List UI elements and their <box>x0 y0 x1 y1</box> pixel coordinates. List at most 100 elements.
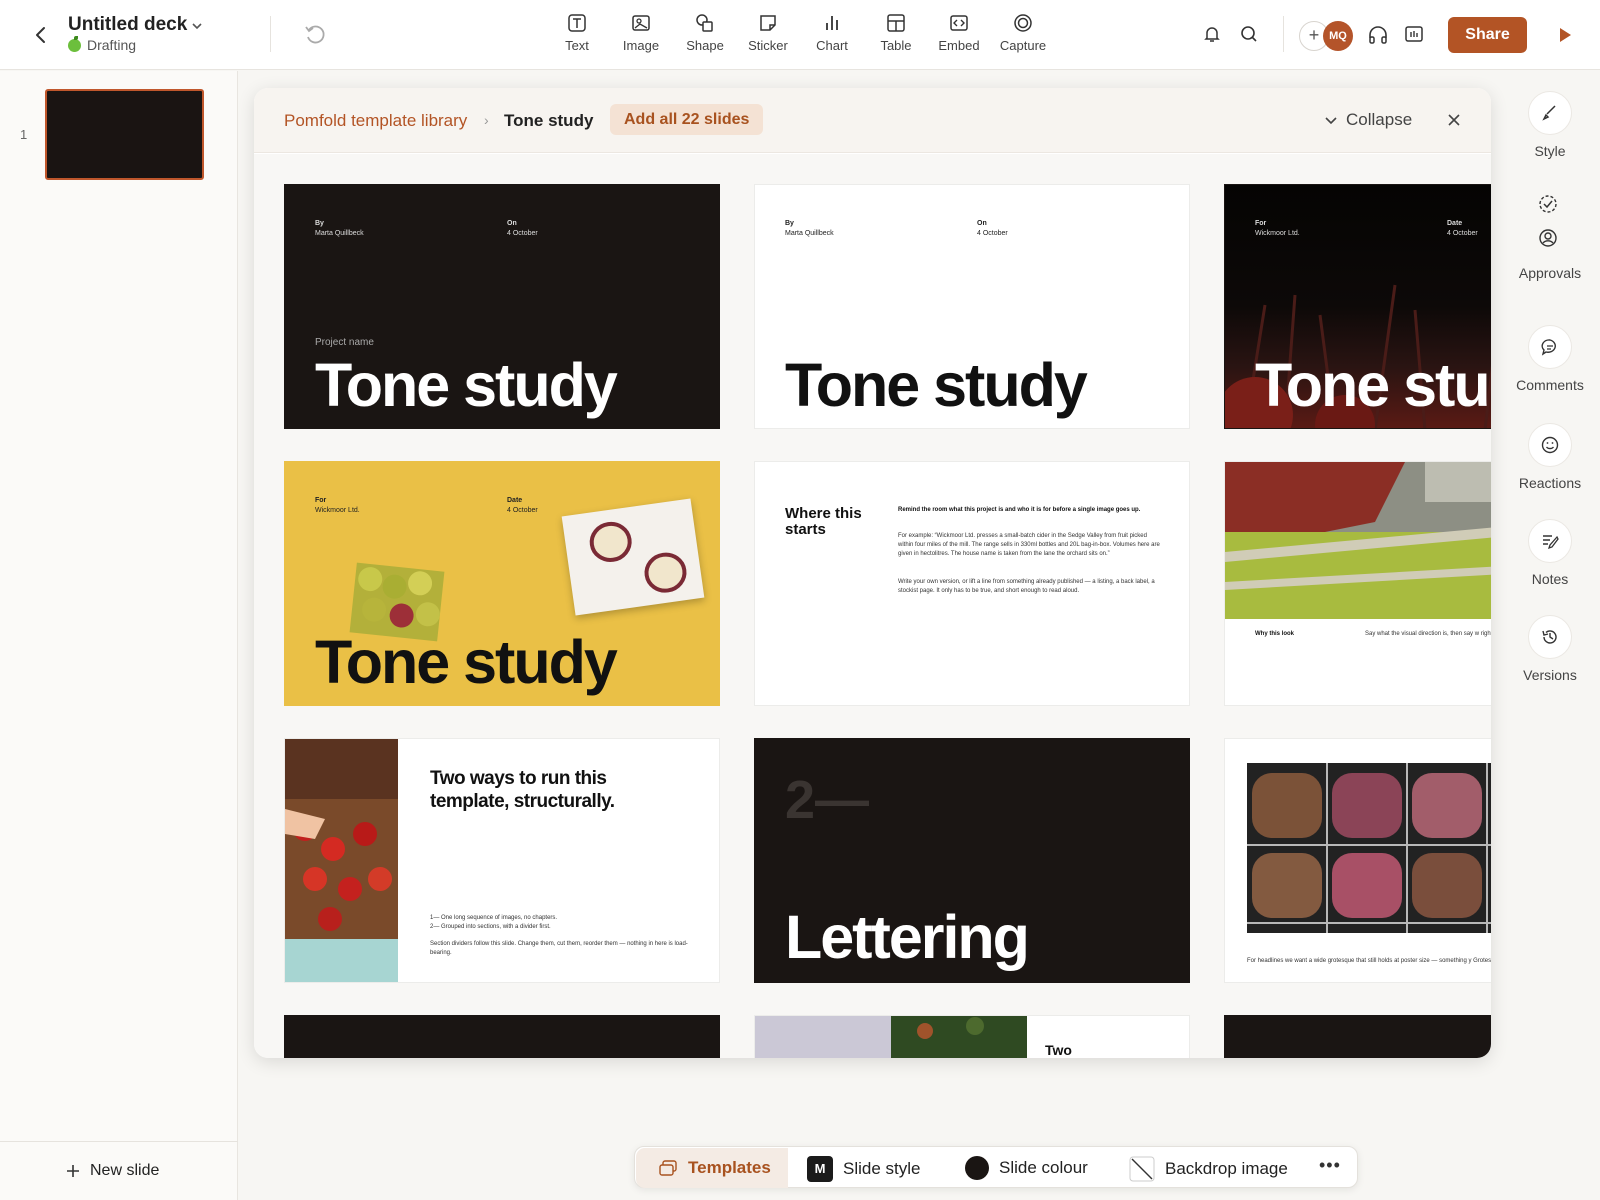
tool-label: Embed <box>938 38 980 53</box>
slide-meta-for: For Wickmoor Ltd. <box>315 497 360 514</box>
slide-title: Lettering <box>785 903 1030 971</box>
tool-embed[interactable]: Embed <box>927 12 991 53</box>
add-all-slides-button[interactable]: Add all 22 slides <box>610 104 764 135</box>
slide-colour-label: Slide colour <box>999 1158 1088 1177</box>
undo-icon[interactable] <box>303 22 327 46</box>
share-button[interactable]: Share <box>1448 17 1527 53</box>
slide-colour-button[interactable]: Slide colour <box>965 1156 1088 1180</box>
slide-text: Say what the visual direction is, then s… <box>1365 631 1491 637</box>
template-slide-title-photo[interactable]: For Wickmoor Ltd. Date 4 October Tone stu <box>1224 184 1491 429</box>
collapse-button[interactable]: Collapse <box>1324 110 1412 130</box>
templates-button[interactable]: Templates <box>636 1148 788 1188</box>
bell-icon[interactable] <box>1201 23 1223 45</box>
notes-icon <box>1543 535 1559 550</box>
tool-chart[interactable]: Chart <box>800 12 864 53</box>
chevron-down-icon[interactable] <box>190 19 204 33</box>
back-arrow-icon[interactable] <box>30 24 52 46</box>
deck-status: Drafting <box>68 35 137 53</box>
slide-note: Section dividers follow this slide. Chan… <box>430 941 688 956</box>
slide-thumbnail[interactable] <box>45 89 204 180</box>
template-slide-lettering-photo[interactable]: For headlines we want a wide grotesque t… <box>1224 738 1491 983</box>
template-slide-structure[interactable]: Two ways to run this template, structura… <box>284 738 720 983</box>
rail-versions[interactable]: Versions <box>1500 615 1600 683</box>
slide-title: Tone stu <box>1255 351 1491 419</box>
embed-icon <box>950 15 968 31</box>
slide-meta-on: On 4 October <box>977 220 1008 237</box>
close-icon[interactable] <box>1446 112 1462 128</box>
rail-approvals[interactable]: Approvals <box>1500 193 1600 281</box>
tool-label: Capture <box>999 38 1047 53</box>
tool-label: Table <box>880 38 912 53</box>
template-slide-two[interactable]: Two <box>754 1015 1190 1058</box>
slide-style-button[interactable]: M Slide style <box>807 1156 920 1182</box>
rail-notes[interactable]: Notes <box>1500 519 1600 587</box>
tool-image[interactable]: Image <box>609 12 673 53</box>
template-slide-title-yellow[interactable]: For Wickmoor Ltd. Date 4 October Tone stud… <box>284 461 720 706</box>
slide-title: Tone study <box>315 351 618 419</box>
gallery-grid: By Marta Quillbeck On 4 October Project na… <box>254 154 1491 1058</box>
rail-label: Reactions <box>1518 475 1582 491</box>
chart-icon <box>826 16 838 30</box>
user-circle-icon <box>1539 229 1557 247</box>
tool-table[interactable]: Table <box>864 12 928 53</box>
more-options-icon[interactable]: ••• <box>1319 1155 1341 1176</box>
sky-orchard-photo <box>755 1016 1027 1058</box>
new-slide-button[interactable]: New slide <box>66 1162 159 1180</box>
smiley-icon <box>1541 436 1559 454</box>
slide-list-item: 2— Grouped into sections, with a divider… <box>430 924 551 930</box>
comment-icon <box>1541 339 1556 356</box>
template-gallery: Pomfold template library › Tone study Ad… <box>254 88 1491 1058</box>
rail-style[interactable]: Style <box>1500 91 1600 159</box>
divider <box>0 1141 238 1142</box>
tool-text[interactable]: Text <box>545 12 609 53</box>
backdrop-image-button[interactable]: Backdrop image <box>1129 1156 1288 1182</box>
slide-meta-for: For Wickmoor Ltd. <box>1255 220 1300 237</box>
rail-label: Style <box>1534 143 1566 159</box>
tool-label: Text <box>565 38 589 53</box>
tool-label: Chart <box>816 38 848 53</box>
present-view-icon[interactable] <box>1403 23 1425 45</box>
image-icon <box>632 15 650 31</box>
bottom-toolbar: Templates M Slide style Slide colour Bac… <box>634 1146 1358 1188</box>
slide-title: Tone study <box>785 351 1088 419</box>
collapse-label: Collapse <box>1346 110 1413 129</box>
red-apples-photo <box>285 739 398 982</box>
rail-reactions[interactable]: Reactions <box>1500 423 1600 491</box>
template-slide-intro[interactable]: Where this starts Remind the room what t… <box>754 461 1190 706</box>
slide-meta-by: By Marta Quillbeck <box>315 220 364 237</box>
template-slide-section-divider[interactable]: 2— Lettering <box>754 738 1190 983</box>
template-slide-title-dark[interactable]: By Marta Quillbeck On 4 October Project na… <box>284 184 720 429</box>
no-backdrop-icon <box>1129 1156 1155 1182</box>
slide-meta-date: Date 4 October <box>507 497 538 514</box>
status-label: Drafting <box>87 37 137 53</box>
plus-icon <box>67 1165 79 1177</box>
tool-capture[interactable]: Capture <box>991 12 1055 53</box>
headphones-icon[interactable] <box>1366 23 1390 47</box>
deck-title[interactable]: Untitled deck <box>68 14 187 36</box>
slide-heading: Two ways to run this template, structura… <box>430 768 615 812</box>
project-name: Project name <box>315 337 374 348</box>
templates-icon <box>659 1160 677 1176</box>
template-slide-dark[interactable] <box>1224 1015 1491 1058</box>
slide-meta-on: On 4 October <box>507 220 538 237</box>
divider <box>270 16 271 52</box>
template-slide-dark[interactable] <box>284 1015 720 1058</box>
slide-style-label: Slide style <box>843 1159 921 1178</box>
slide-meta-by: By Marta Quillbeck <box>785 220 834 237</box>
breadcrumb-library[interactable]: Pomfold template library <box>284 111 467 131</box>
table-icon <box>887 14 905 32</box>
avatar[interactable]: MQ <box>1323 21 1353 51</box>
breadcrumb-separator: › <box>484 112 489 128</box>
play-icon[interactable] <box>1558 27 1572 43</box>
rail-label: Approvals <box>1518 265 1582 281</box>
tool-sticker[interactable]: Sticker <box>736 12 800 53</box>
tool-shape[interactable]: Shape <box>673 12 737 53</box>
sticker-icon <box>760 15 776 31</box>
template-slide-why[interactable]: Why this look Say what the visual direct… <box>1224 461 1491 706</box>
rail-comments[interactable]: Comments <box>1500 325 1600 393</box>
history-icon <box>1542 630 1557 644</box>
template-slide-title-light[interactable]: By Marta Quillbeck On 4 October Tone study <box>754 184 1190 429</box>
slide-paragraph: Write your own version, or lift a line f… <box>898 579 1155 594</box>
slide-list-item: 1— One long sequence of images, no chapt… <box>430 915 558 921</box>
search-icon[interactable] <box>1238 23 1260 45</box>
